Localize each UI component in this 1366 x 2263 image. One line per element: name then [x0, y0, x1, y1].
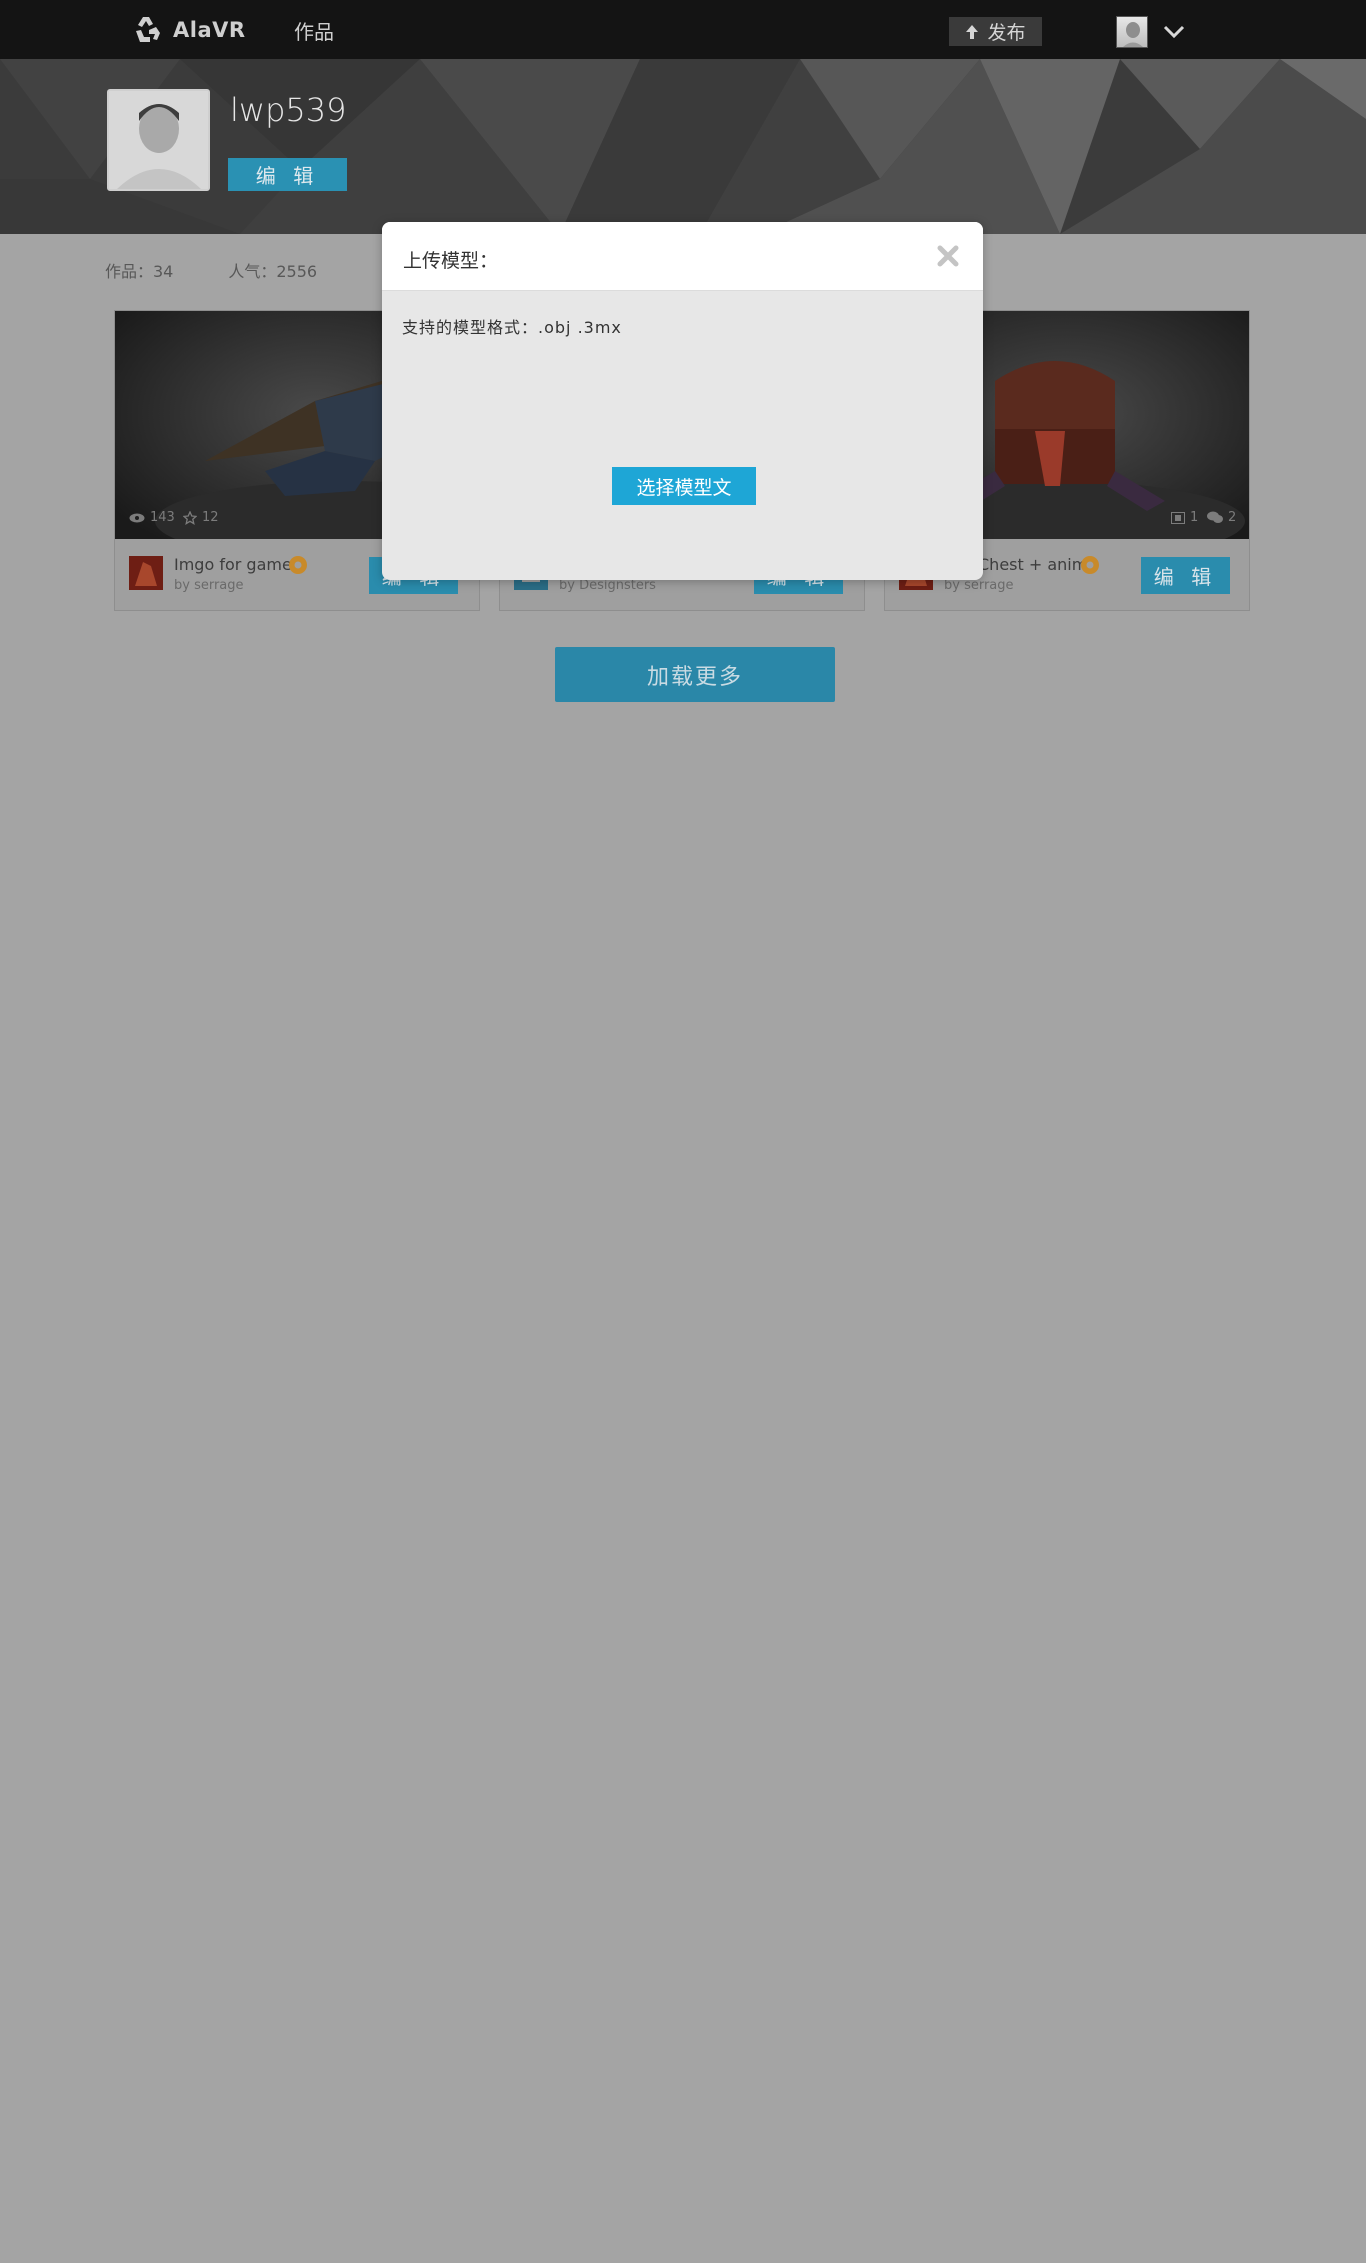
- load-more-button[interactable]: 加载更多: [555, 647, 835, 702]
- gear-badge-icon: [1081, 556, 1099, 574]
- stars-count: 12: [202, 510, 219, 525]
- brand-logo[interactable]: AlaVR: [131, 13, 246, 47]
- brand-name: AlaVR: [173, 18, 246, 42]
- works-count: 作品：34: [105, 262, 174, 281]
- gear-badge-icon: [289, 556, 307, 574]
- profile-banner: lwp539 编 辑: [0, 59, 1366, 234]
- views-stat: 143: [129, 510, 175, 525]
- film-icon: [1171, 511, 1185, 524]
- publish-button[interactable]: 发布: [949, 17, 1042, 46]
- chevron-down-icon[interactable]: [1162, 20, 1186, 44]
- profile-username: lwp539: [230, 91, 347, 129]
- views-count: 143: [150, 510, 175, 525]
- upload-model-dialog: 上传模型： 支持的模型格式：.obj .3mx 选择模型文: [382, 222, 983, 580]
- top-navbar: AlaVR 作品 发布: [0, 0, 1366, 59]
- dialog-title: 上传模型：: [403, 250, 499, 272]
- publish-label: 发布: [987, 23, 1026, 44]
- profile-avatar-image: [109, 91, 208, 189]
- stars-stat: 12: [183, 510, 219, 525]
- eye-icon: [129, 513, 145, 522]
- comments-count: 2: [1228, 510, 1237, 525]
- close-button[interactable]: [934, 242, 962, 270]
- comments-stat: 2: [1207, 510, 1236, 525]
- models-count: 1: [1190, 510, 1199, 525]
- user-avatar-image: [1123, 22, 1143, 47]
- user-avatar[interactable]: [1116, 16, 1148, 48]
- comments-icon: [1207, 511, 1223, 523]
- author-avatar[interactable]: [129, 556, 163, 590]
- recycle-logo-icon: [136, 17, 160, 42]
- profile-avatar[interactable]: [107, 89, 210, 191]
- select-model-file-button[interactable]: 选择模型文: [612, 467, 756, 505]
- star-icon: [183, 510, 197, 525]
- nav-link-works[interactable]: 作品: [294, 16, 334, 45]
- popularity-count: 人气：2556: [228, 262, 318, 281]
- upload-arrow-icon: [966, 24, 979, 39]
- edit-profile-button[interactable]: 编 辑: [228, 158, 347, 191]
- close-x-icon: [937, 245, 959, 267]
- profile-stats: 作品：34 人气：2556: [105, 258, 317, 282]
- card-title[interactable]: Imgo for game: [174, 555, 292, 574]
- dialog-header: 上传模型：: [382, 222, 983, 291]
- card-author[interactable]: by serrage: [944, 578, 1014, 593]
- models-stat: 1: [1171, 510, 1198, 525]
- card-author[interactable]: by Designsters: [559, 578, 656, 593]
- supported-formats-text: 支持的模型格式：.obj .3mx: [402, 318, 622, 337]
- card-edit-button[interactable]: 编 辑: [1141, 557, 1230, 594]
- card-author[interactable]: by serrage: [174, 578, 244, 593]
- card-title[interactable]: Chest + anim: [978, 555, 1087, 574]
